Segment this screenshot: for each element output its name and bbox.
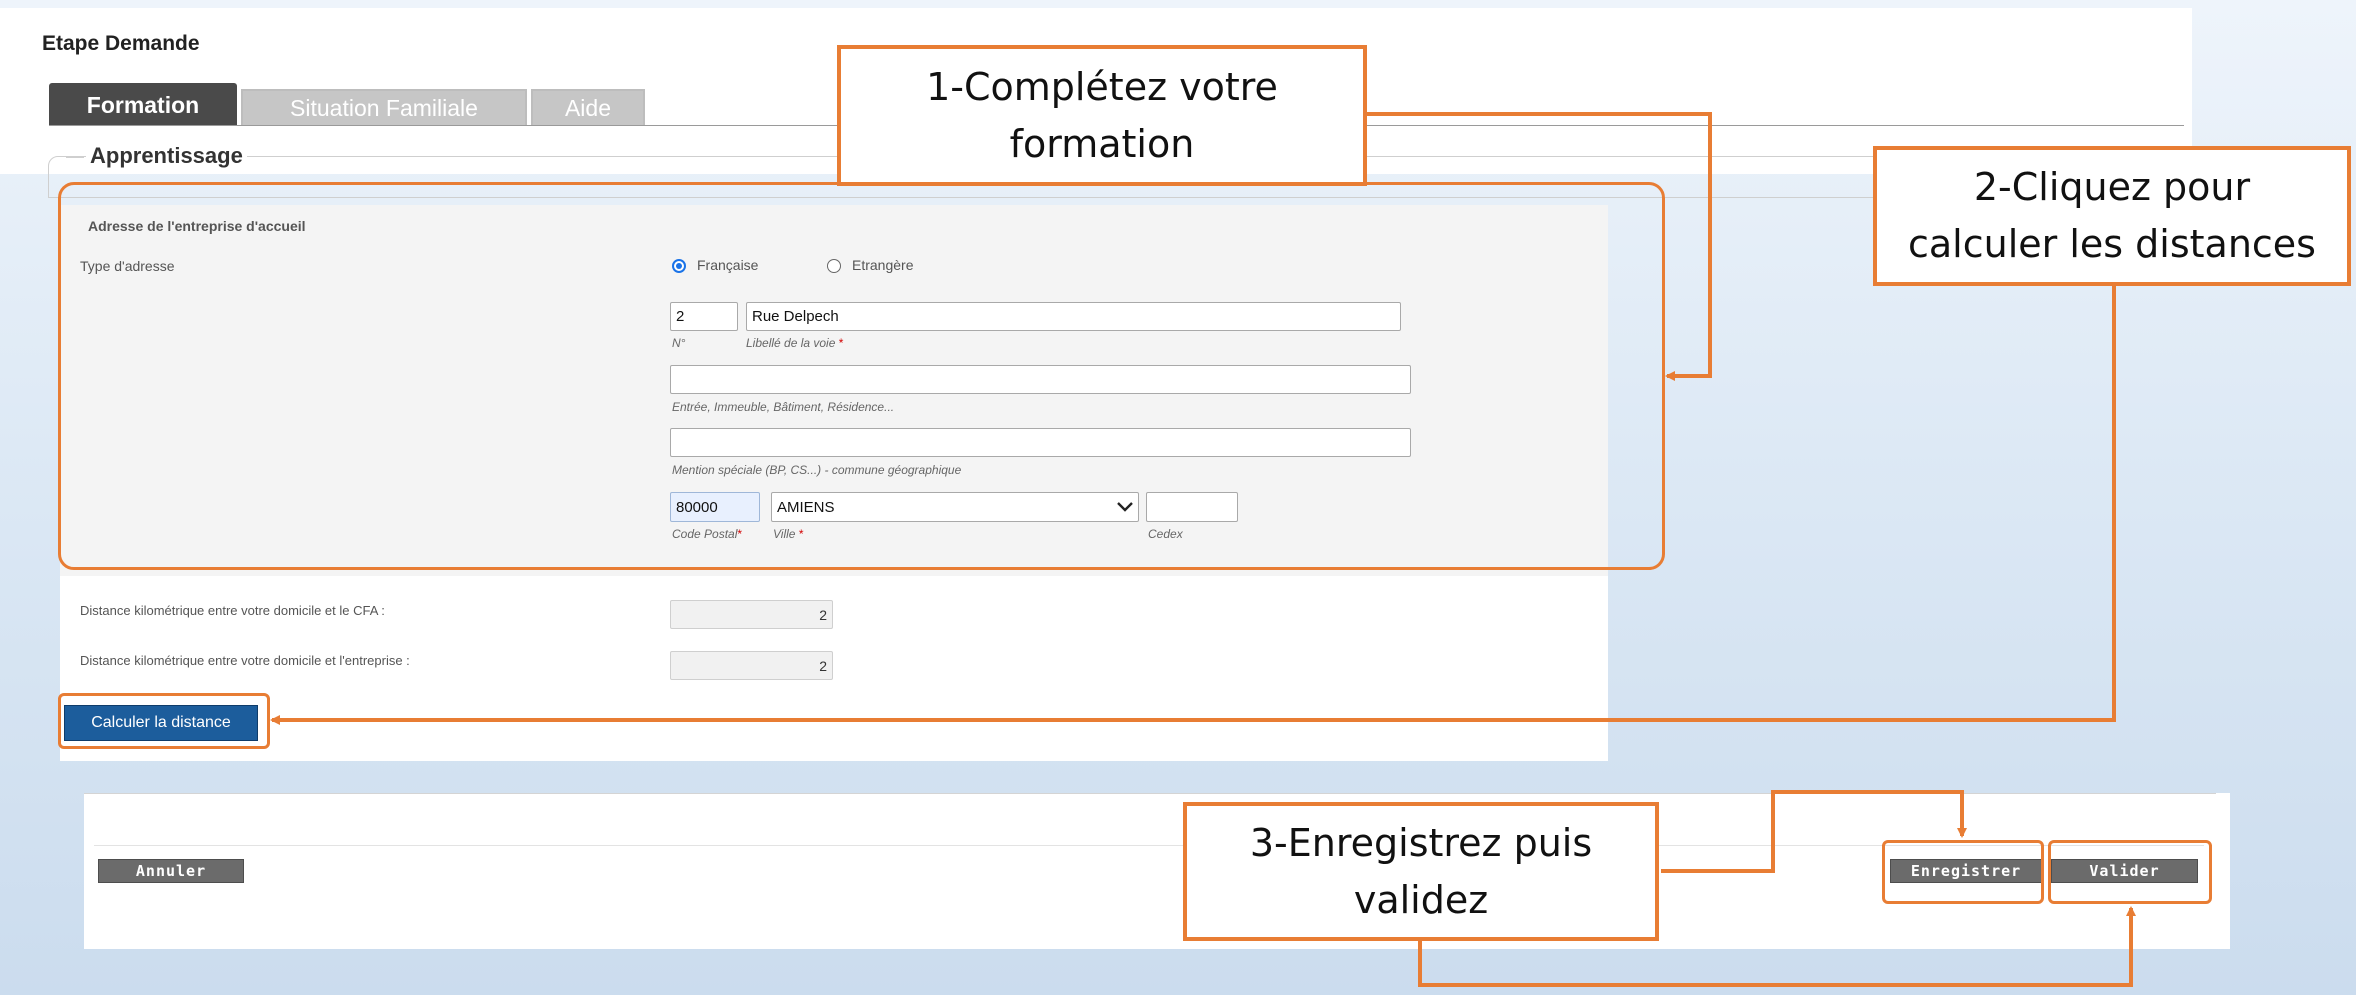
callout-step1: 1-Complétez votre formation — [837, 45, 1367, 186]
callout-step2-line2: calculer les distances — [1908, 222, 2316, 266]
arrow-step3-save — [1661, 790, 1967, 873]
callout-step1-line1: 1-Complétez votre — [926, 64, 1278, 109]
callout-step3-text: 3-Enregistrez puis validez — [1250, 815, 1592, 929]
callout-step2-text: 2-Cliquez pour calculer les distances — [1908, 159, 2316, 273]
callout-step1-text: 1-Complétez votre formation — [926, 59, 1278, 173]
arrow-step1 — [1364, 112, 1712, 381]
callout-step1-line2: formation — [1009, 121, 1195, 166]
callout-step3-line1: 3-Enregistrez puis — [1249, 820, 1593, 865]
callout-step3: 3-Enregistrez puis validez — [1183, 802, 1659, 941]
callout-step3-line2: validez — [1353, 877, 1489, 922]
arrow-step2 — [270, 283, 2116, 725]
callout-step2: 2-Cliquez pour calculer les distances — [1873, 146, 2351, 286]
callout-step2-line1: 2-Cliquez pour — [1973, 165, 2251, 209]
